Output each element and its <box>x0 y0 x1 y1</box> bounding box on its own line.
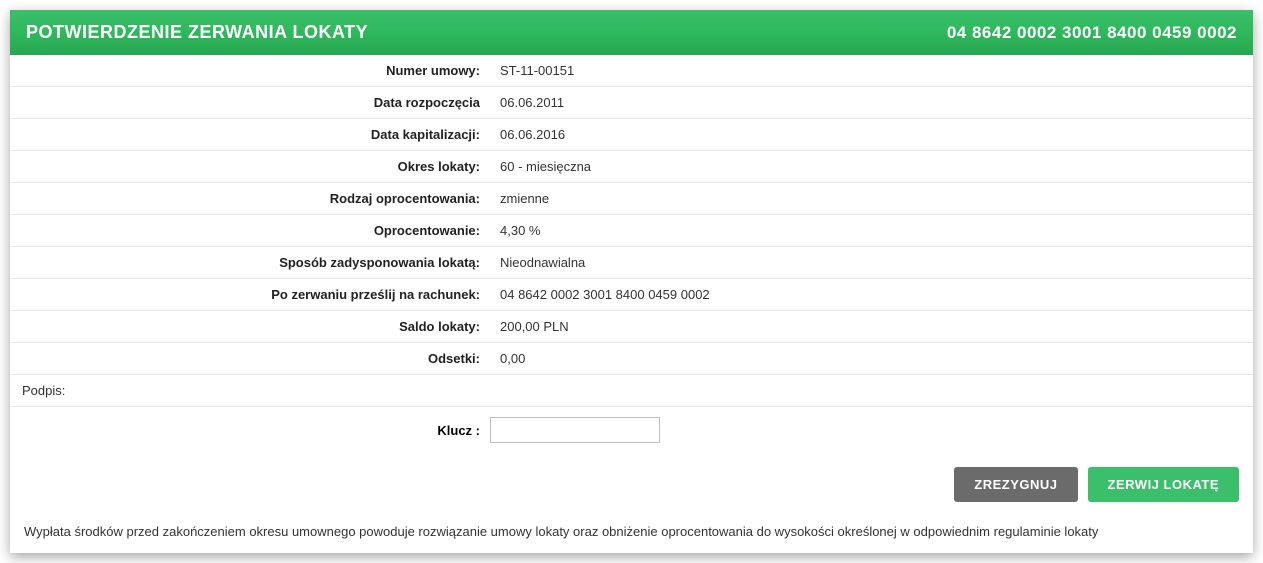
panel-account-number: 04 8642 0002 3001 8400 0459 0002 <box>947 23 1237 43</box>
row-transfer-to: Po zerwaniu prześlij na rachunek: 04 864… <box>10 279 1253 311</box>
panel-header: POTWIERDZENIE ZERWANIA LOKATY 04 8642 00… <box>10 10 1253 55</box>
row-start-date: Data rozpoczęcia 06.06.2011 <box>10 87 1253 119</box>
label-capitalization-date: Data kapitalizacji: <box>10 119 490 150</box>
row-disposal: Sposób zadysponowania lokatą: Nieodnawia… <box>10 247 1253 279</box>
row-deposit-period: Okres lokaty: 60 - miesięczna <box>10 151 1253 183</box>
row-capitalization-date: Data kapitalizacji: 06.06.2016 <box>10 119 1253 151</box>
row-contract-number: Numer umowy: ST-11-00151 <box>10 55 1253 87</box>
key-input[interactable] <box>490 417 660 443</box>
row-rate: Oprocentowanie: 4,30 % <box>10 215 1253 247</box>
confirm-button[interactable]: ZERWIJ LOKATĘ <box>1088 467 1239 502</box>
value-transfer-to: 04 8642 0002 3001 8400 0459 0002 <box>490 279 1253 310</box>
details-section: Numer umowy: ST-11-00151 Data rozpoczęci… <box>10 55 1253 461</box>
label-transfer-to: Po zerwaniu prześlij na rachunek: <box>10 279 490 310</box>
label-disposal: Sposób zadysponowania lokatą: <box>10 247 490 278</box>
row-balance: Saldo lokaty: 200,00 PLN <box>10 311 1253 343</box>
value-rate-type: zmienne <box>490 183 1253 214</box>
label-key: Klucz : <box>10 423 490 438</box>
value-contract-number: ST-11-00151 <box>490 55 1253 86</box>
row-rate-type: Rodzaj oprocentowania: zmienne <box>10 183 1253 215</box>
label-contract-number: Numer umowy: <box>10 55 490 86</box>
cancel-button[interactable]: ZREZYGNUJ <box>954 467 1077 502</box>
value-deposit-period: 60 - miesięczna <box>490 151 1253 182</box>
confirmation-panel: POTWIERDZENIE ZERWANIA LOKATY 04 8642 00… <box>10 10 1253 553</box>
value-start-date: 06.06.2011 <box>490 87 1253 118</box>
label-start-date: Data rozpoczęcia <box>10 87 490 118</box>
label-deposit-period: Okres lokaty: <box>10 151 490 182</box>
value-disposal: Nieodnawialna <box>490 247 1253 278</box>
label-interest: Odsetki: <box>10 343 490 374</box>
value-rate: 4,30 % <box>490 215 1253 246</box>
footer-note: Wypłata środków przed zakończeniem okres… <box>10 516 1253 553</box>
row-interest: Odsetki: 0,00 <box>10 343 1253 375</box>
value-capitalization-date: 06.06.2016 <box>490 119 1253 150</box>
signature-label: Podpis: <box>10 375 1253 407</box>
label-rate: Oprocentowanie: <box>10 215 490 246</box>
row-key: Klucz : <box>10 407 1253 461</box>
label-rate-type: Rodzaj oprocentowania: <box>10 183 490 214</box>
actions-bar: ZREZYGNUJ ZERWIJ LOKATĘ <box>10 461 1253 516</box>
value-balance: 200,00 PLN <box>490 311 1253 342</box>
label-balance: Saldo lokaty: <box>10 311 490 342</box>
value-interest: 0,00 <box>490 343 1253 374</box>
panel-title: POTWIERDZENIE ZERWANIA LOKATY <box>26 22 368 43</box>
